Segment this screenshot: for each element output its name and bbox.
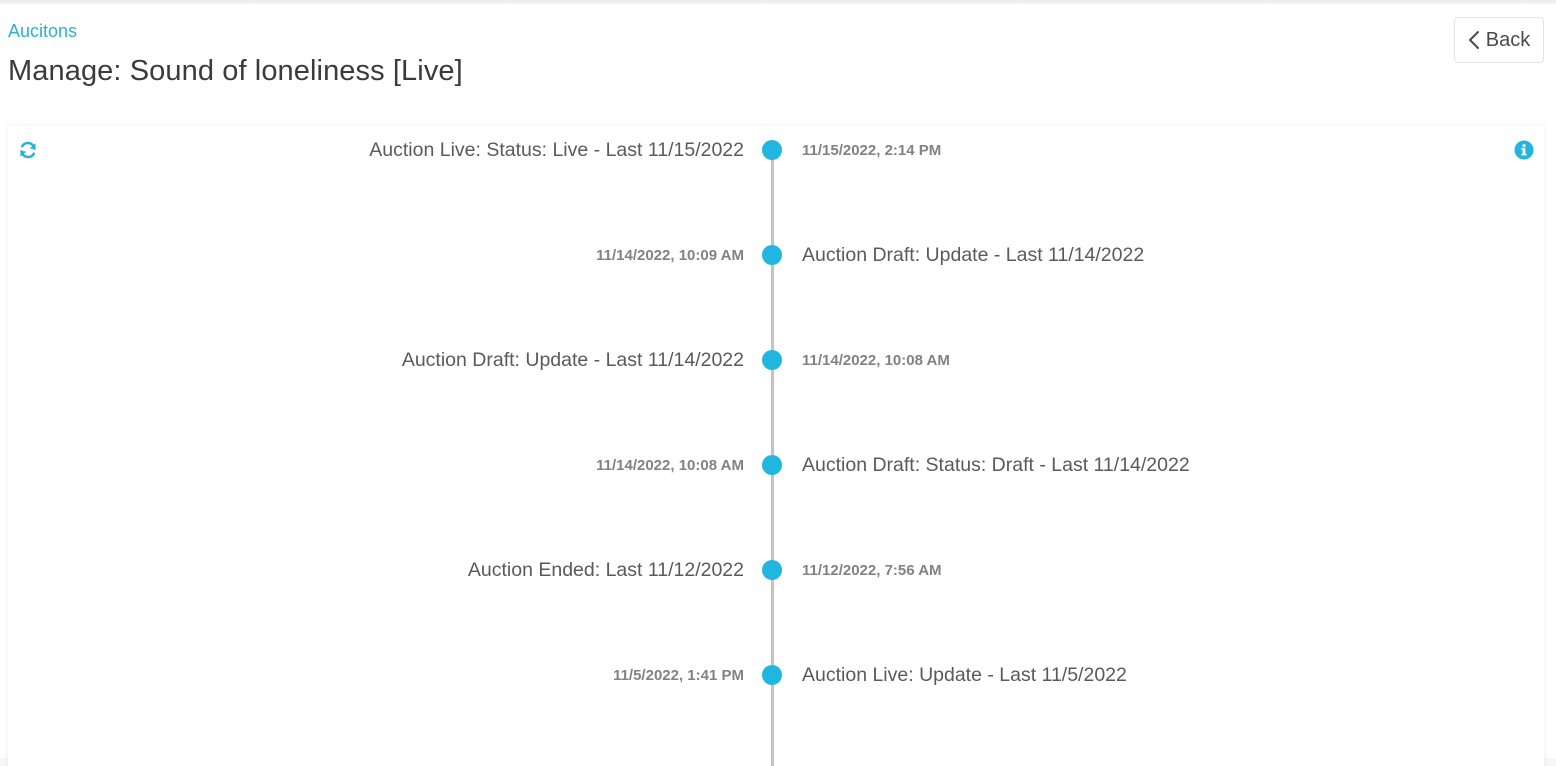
page: Aucitons Manage: Sound of loneliness [Li…	[0, 0, 1556, 766]
timeline-event-title: Auction Ended: Last 11/12/2022	[467, 559, 744, 581]
timeline-event-time: 11/14/2022, 10:08 AM	[802, 352, 950, 369]
timeline-dot	[762, 245, 782, 265]
timeline-event-time: 11/14/2022, 10:09 AM	[596, 247, 744, 264]
back-button[interactable]: Back	[1454, 17, 1544, 63]
timeline-dot	[762, 140, 782, 160]
timeline-event-title: Auction Draft: Update - Last 11/14/2022	[401, 349, 744, 371]
timeline-event: Auction Draft: Update - Last 11/14/2022 1…	[8, 346, 1544, 376]
timeline-card: Auction Live: Status: Live - Last 11/15/…	[8, 126, 1544, 766]
timeline-event: 11/5/2022, 1:41 PM Auction Live: Update -…	[8, 661, 1544, 691]
timeline-event-time: 11/12/2022, 7:56 AM	[802, 562, 942, 579]
timeline: Auction Live: Status: Live - Last 11/15/…	[8, 126, 1544, 766]
timeline-event: Auction Ended: Last 11/12/2022 11/12/2022…	[8, 556, 1544, 586]
timeline-event: 11/14/2022, 10:09 AM Auction Draft: Updat…	[8, 241, 1544, 271]
top-shadow	[0, 0, 1556, 4]
timeline-event: 11/14/2022, 10:08 AM Auction Draft: Statu…	[8, 451, 1544, 481]
timeline-event-time: 11/5/2022, 1:41 PM	[613, 667, 744, 684]
timeline-event-title: Auction Live: Status: Live - Last 11/15/…	[369, 139, 744, 161]
timeline-event-time: 11/15/2022, 2:14 PM	[802, 142, 942, 159]
back-button-label: Back	[1485, 28, 1531, 51]
timeline-event-time: 11/14/2022, 10:08 AM	[596, 457, 744, 474]
page-title: Manage: Sound of loneliness [Live]	[8, 55, 463, 87]
timeline-event-title: Auction Draft: Update - Last 11/14/2022	[802, 244, 1145, 266]
timeline-dot	[762, 350, 782, 370]
chevron-left-icon	[1468, 31, 1479, 49]
breadcrumb-auctions[interactable]: Aucitons	[8, 21, 77, 42]
timeline-event-title: Auction Live: Update - Last 11/5/2022	[802, 664, 1127, 686]
timeline-event: Auction Live: Status: Live - Last 11/15/…	[8, 136, 1544, 166]
timeline-dot	[762, 665, 782, 685]
timeline-dot	[762, 560, 782, 580]
timeline-dot	[762, 455, 782, 475]
timeline-event-title: Auction Draft: Status: Draft - Last 11/1…	[802, 454, 1190, 476]
